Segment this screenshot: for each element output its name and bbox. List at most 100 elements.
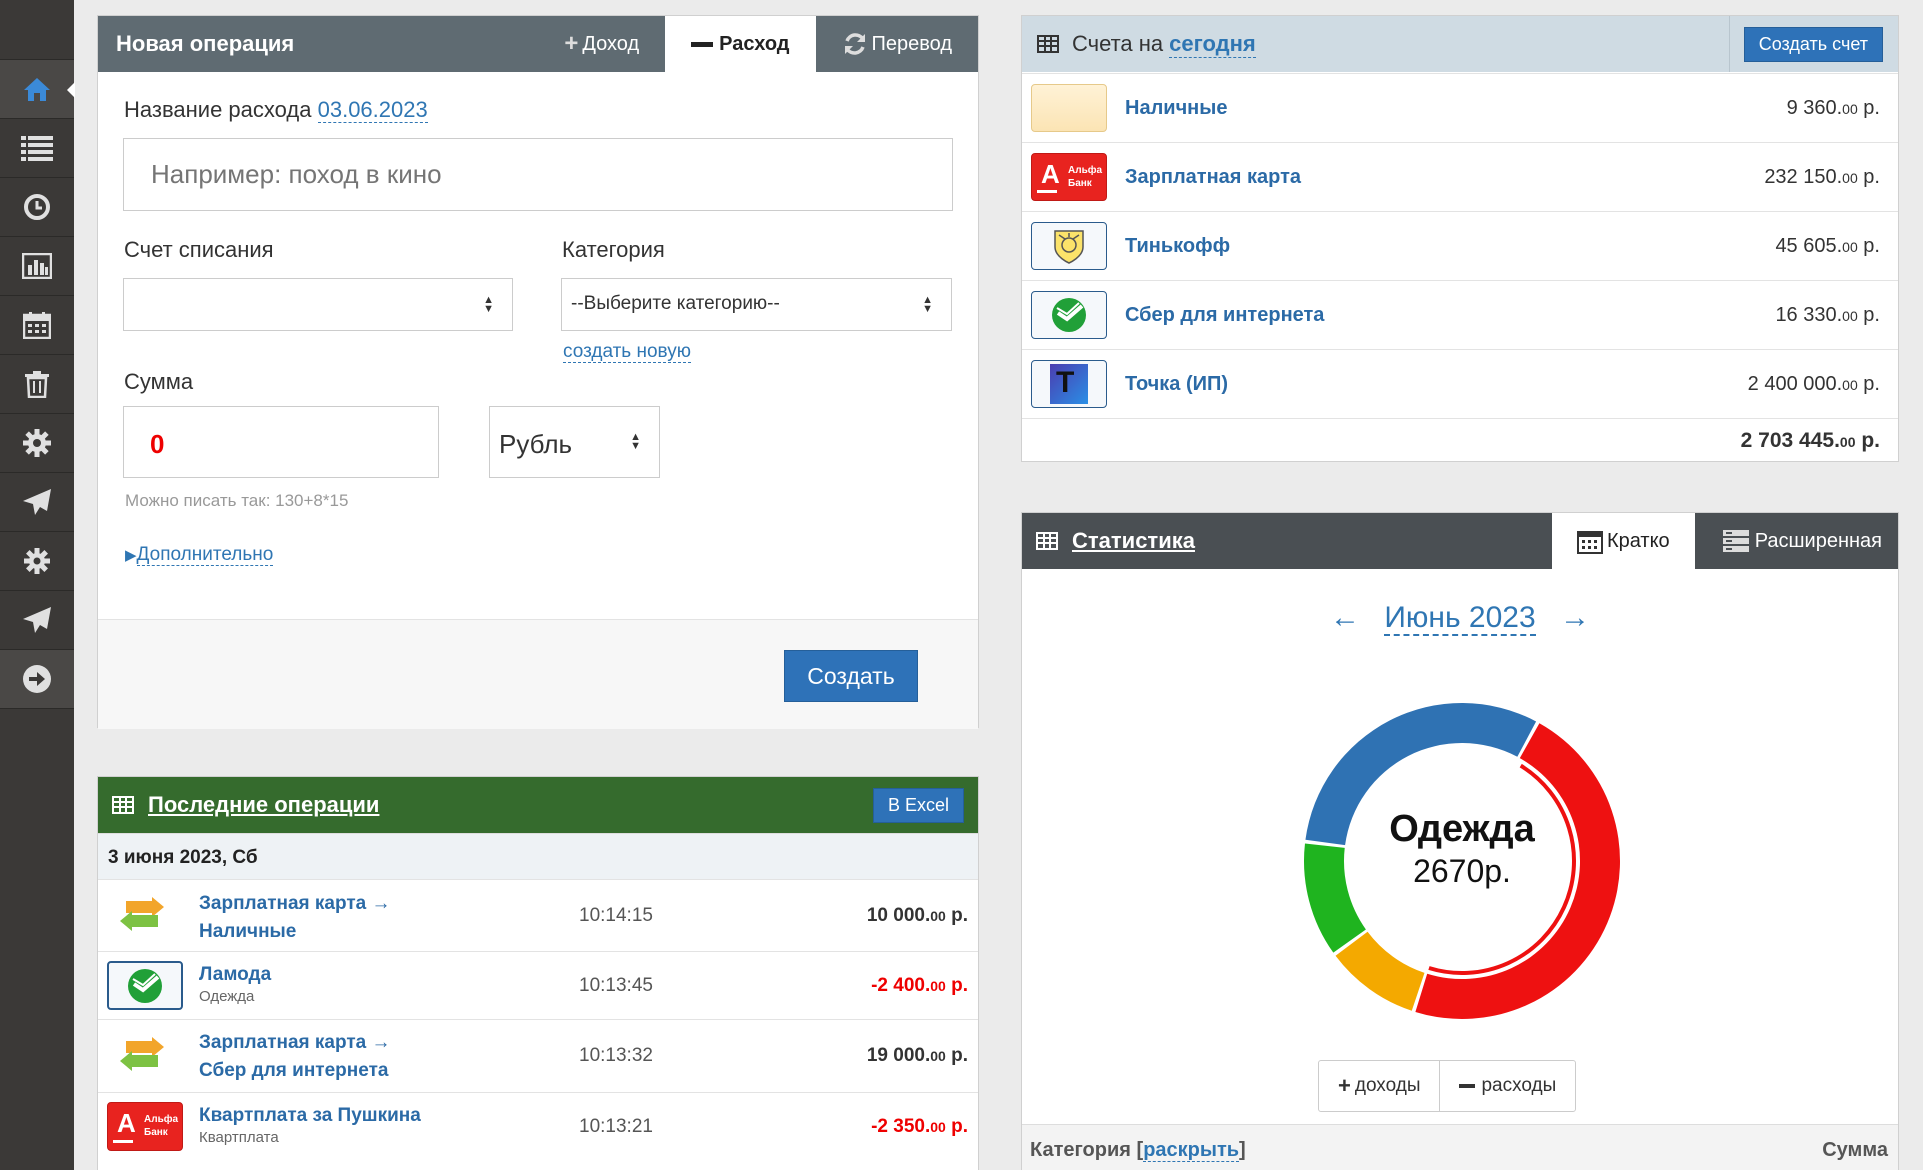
- tab-extended-label: Расширенная: [1754, 529, 1882, 552]
- amount-cents: 00: [930, 978, 946, 994]
- send-icon: [23, 607, 51, 633]
- account-row[interactable]: Т Точка (ИП) 2 400 000.00 р.: [1022, 349, 1898, 418]
- account-balance: 45 605.00 р.: [1775, 235, 1880, 258]
- amount-currency: р.: [1857, 96, 1880, 119]
- account-row[interactable]: Сбер для интернета 16 330.00 р.: [1022, 280, 1898, 349]
- create-button[interactable]: Создать: [784, 650, 918, 702]
- sidebar-item-plugins[interactable]: [0, 532, 74, 591]
- category-select[interactable]: --Выберите категорию-- ▲ ▼: [561, 278, 952, 331]
- new-operation-header: Новая операция + Доход Расход Перевод: [98, 16, 978, 72]
- create-category-link[interactable]: создать новую: [563, 341, 691, 363]
- alfa-text-2: Банк: [144, 1127, 168, 1138]
- column-sum: Сумма: [1822, 1139, 1888, 1161]
- refresh-icon: [844, 33, 865, 55]
- amount-currency: р.: [945, 1045, 968, 1066]
- home-icon: [24, 78, 50, 101]
- accounts-panel: Счета на сегодня Создать счет Наличные 9…: [1021, 15, 1899, 462]
- currency-select[interactable]: Рубль ▲ ▼: [489, 406, 660, 478]
- amount-main: -2 350.: [871, 1116, 931, 1137]
- operation-description: Квартплата за Пушкина Квартплата: [199, 1102, 421, 1147]
- recent-operations-header: Последние операции В Excel: [98, 777, 978, 833]
- transfer-arrows-icon: [120, 897, 164, 931]
- operation-line1: Зарплатная карта →: [199, 893, 391, 914]
- recent-operations-title[interactable]: Последние операции: [148, 792, 873, 818]
- category-select-value: --Выберите категорию--: [571, 293, 780, 314]
- amount-currency: р.: [945, 1116, 968, 1137]
- account-balance: 9 360.00 р.: [1787, 97, 1880, 120]
- account-row[interactable]: Тинькофф 45 605.00 р.: [1022, 211, 1898, 280]
- toggle-expense-label: расходы: [1481, 1075, 1557, 1096]
- tab-extended[interactable]: Расширенная: [1695, 513, 1898, 569]
- sidebar-item-list[interactable]: [0, 119, 74, 178]
- account-name: Тинькофф: [1125, 234, 1231, 257]
- alfa-text: Альфа Банк: [144, 1113, 178, 1139]
- tab-transfer[interactable]: Перевод: [816, 16, 979, 72]
- month-link[interactable]: Июнь 2023: [1384, 601, 1536, 636]
- toggle-income[interactable]: + доходы: [1319, 1061, 1441, 1111]
- sidebar-item-settings[interactable]: [0, 414, 74, 473]
- tab-expense-label: Расход: [719, 32, 790, 55]
- account-balance: 2 400 000.00 р.: [1748, 373, 1880, 396]
- expense-name-label: Название расхода 03.06.2023: [124, 97, 428, 123]
- amount-cents: 00: [1842, 169, 1858, 186]
- statistics-title[interactable]: Статистика: [1072, 528, 1552, 554]
- tochka-letter: Т: [1056, 366, 1075, 399]
- select-arrows-icon: ▲ ▼: [483, 293, 494, 315]
- account-name: Наличные: [1125, 96, 1228, 119]
- tab-brief[interactable]: Кратко: [1551, 513, 1695, 569]
- date-group-header: 3 июня 2023, Сб: [98, 833, 978, 879]
- donut-center-value: 2670р.: [1413, 853, 1511, 889]
- sidebar-item-calendar[interactable]: [0, 296, 74, 355]
- sidebar-item-home[interactable]: [0, 60, 75, 119]
- currency-select-value: Рубль: [499, 429, 573, 459]
- prev-month-arrow[interactable]: ←: [1330, 601, 1360, 634]
- sidebar-item-history[interactable]: [0, 178, 74, 237]
- operation-description: Зарплатная карта → Наличные: [199, 890, 390, 946]
- account-select[interactable]: ▲ ▼: [123, 278, 513, 331]
- accounts-total: 2 703 445.00 р.: [1741, 429, 1880, 453]
- sum-label: Сумма: [124, 369, 194, 394]
- tab-expense[interactable]: Расход: [665, 16, 816, 72]
- tab-income[interactable]: + Доход: [538, 16, 665, 72]
- sidebar-item-reports[interactable]: [0, 237, 74, 296]
- account-row[interactable]: Наличные 9 360.00 р.: [1022, 73, 1898, 142]
- account-label: Счет списания: [124, 237, 274, 262]
- create-account-button[interactable]: Создать счет: [1743, 26, 1883, 62]
- donut-slice[interactable]: [1335, 931, 1425, 1011]
- sidebar-item-send[interactable]: [0, 473, 74, 532]
- operation-description: Ламода Одежда: [199, 961, 271, 1006]
- next-month-arrow[interactable]: →: [1560, 601, 1590, 634]
- sidebar-top: [0, 0, 74, 60]
- operation-row[interactable]: А Альфа Банк Квартплата за Пушкина Квартп…: [98, 1092, 978, 1160]
- sidebar-item-logout[interactable]: [0, 650, 74, 709]
- expense-name-label-text: Название расхода: [124, 97, 312, 122]
- sidebar-item-telegram[interactable]: [0, 591, 74, 650]
- account-balance: 232 150.00 р.: [1764, 166, 1880, 189]
- toggle-expense[interactable]: расходы: [1440, 1061, 1575, 1111]
- operation-row[interactable]: Зарплатная карта → Наличные 10:14:15 10 …: [98, 879, 978, 951]
- amount-cents: 00: [1842, 307, 1858, 324]
- sidebar-item-trash[interactable]: [0, 355, 74, 414]
- date-link[interactable]: 03.06.2023: [317, 97, 428, 123]
- sidebar: [0, 0, 75, 1170]
- operation-amount: -2 350.00 р.: [871, 1116, 968, 1138]
- expense-name-input[interactable]: [123, 138, 953, 211]
- operation-row[interactable]: Ламода Одежда 10:13:45 -2 400.00 р.: [98, 951, 978, 1019]
- amount-currency: р.: [1857, 303, 1880, 326]
- amount-main: 10 000.: [866, 905, 931, 926]
- puzzle-icon: [24, 548, 50, 574]
- month-navigator: ← Июнь 2023 →: [1022, 601, 1898, 636]
- excel-export-button[interactable]: В Excel: [872, 787, 964, 823]
- panel-title: Новая операция: [116, 31, 295, 56]
- operation-row[interactable]: Зарплатная карта → Сбер для интернета 10…: [98, 1019, 978, 1092]
- sum-input[interactable]: 0: [123, 406, 439, 478]
- account-row[interactable]: А Альфа Банк Зарплатная карта 232 150.00 …: [1022, 142, 1898, 211]
- advanced-toggle[interactable]: ▶Дополнительно: [125, 544, 274, 566]
- select-arrows-icon: ▲ ▼: [630, 431, 641, 452]
- today-link[interactable]: сегодня: [1169, 31, 1256, 58]
- amount-cents: 00: [1842, 238, 1858, 255]
- alfa-bank-logo: А Альфа Банк: [107, 1102, 183, 1151]
- expand-link[interactable]: раскрыть: [1143, 1139, 1240, 1162]
- form-footer: Создать: [98, 619, 978, 729]
- accounts-header: Счета на сегодня Создать счет: [1022, 16, 1898, 72]
